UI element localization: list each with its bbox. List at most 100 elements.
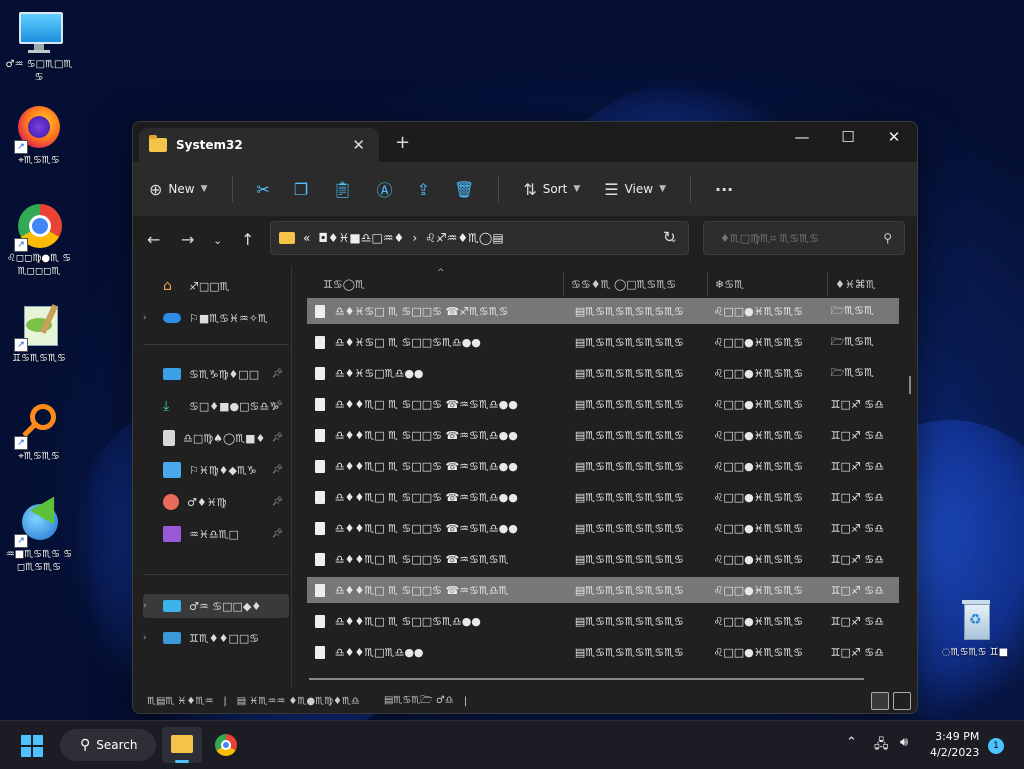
sidebar-item-home[interactable]: ⌂ ♐□□♏: [143, 274, 289, 298]
table-row[interactable]: ♎♦♦♏□♏♎●● ▤♏♋♏♋♏♋♏♋♏♋ ♌□□●♓♏♋♏♋ ♊□♐ ♋♎: [307, 639, 899, 665]
table-row[interactable]: ♎♦♓♋□♏♎●● ▤♏♋♏♋♏♋♏♋♏♋ ♌□□●♓♏♋♏♋ 🗁♏♋♏: [307, 360, 899, 386]
file-size: ♊□♐ ♋♎: [830, 583, 885, 597]
up-icon[interactable]: ↑: [241, 230, 254, 249]
file-type: ♌□□●♓♏♋♏♋: [713, 583, 804, 597]
table-row[interactable]: ♎♦♓♋□ ♏ ♋□□♋ ☎♐♏♋♏♋ ▤♏♋♏♋♏♋♏♋♏♋ ♌□□●♓♏♋♏♋ 🗁…: [307, 298, 899, 324]
address-bar[interactable]: « ◘♦♓■♎□♒♦ › ♌♐♒♦♏◯▤ ⌄: [270, 221, 689, 255]
search-input[interactable]: [718, 230, 882, 246]
taskbar-file-explorer[interactable]: [162, 727, 202, 763]
column-header-size[interactable]: ♦♓⌘♏: [835, 272, 876, 296]
maximize-button[interactable]: ☐: [825, 128, 871, 146]
vertical-scrollbar[interactable]: [909, 376, 911, 394]
volume-icon[interactable]: 🔊︎: [900, 735, 908, 750]
table-row[interactable]: ♎♦♦♏□ ♏ ♋□□♋ ☎♒♋♏♎●● ▤♏♋♏♋♏♋♏♋♏♋ ♌□□●♓♏♋♏♋…: [307, 422, 899, 448]
breadcrumb-item[interactable]: ◘♦♓■♎□♒♦: [318, 231, 404, 245]
file-name: ♎♦♦♏□ ♏ ♋□□♋ ☎♒♋♏♎●●: [334, 397, 518, 411]
breadcrumb-item[interactable]: ♌♐♒♦♏◯▤: [425, 231, 504, 245]
new-button[interactable]: ⊕ New ▼: [149, 180, 208, 199]
sort-arrows-icon: ⇅: [523, 179, 537, 199]
sidebar-item-network[interactable]: › ♊♏♦♦□□♋: [143, 626, 289, 650]
sidebar-item-desktop[interactable]: ♋♏♑♍♦□□ 📌︎: [143, 362, 289, 386]
table-row[interactable]: ♎♦♦♏□ ♏ ♋□□♋ ☎♒♋♏♎♏ ▤♏♋♏♋♏♋♏♋♏♋ ♌□□●♓♏♋♏♋ ♊…: [307, 577, 899, 603]
paste-button[interactable]: 📋︎: [332, 180, 352, 199]
desktop-icon-firefox[interactable]: ↗ ⌖♏♋♏♋: [4, 106, 74, 167]
more-options-button[interactable]: ···: [715, 180, 733, 199]
column-header-date[interactable]: ♋♋♦♏ ◯□♏♋♏♋: [571, 272, 676, 296]
forward-icon[interactable]: →: [181, 230, 194, 249]
file-icon: [315, 490, 325, 504]
sort-label: Sort: [542, 182, 568, 196]
file-icon: [315, 459, 325, 473]
sort-button[interactable]: ⇅ Sort ▼: [523, 180, 580, 199]
column-header-name[interactable]: ♊♋◯♏: [323, 272, 365, 296]
close-window-button[interactable]: ✕: [871, 128, 917, 146]
sidebar-item-documents[interactable]: ♎□♍♠◯♏■♦ 📌︎: [143, 426, 289, 450]
chevron-up-icon[interactable]: ⌃: [846, 735, 857, 750]
desktop-icon-this-pc[interactable]: ♂♒ ♋□♏□♏♋: [4, 10, 74, 84]
desktop-icon-search-tool[interactable]: ↗ ⌖♏♋♏♋: [4, 402, 74, 463]
copy-button[interactable]: ❐: [294, 180, 308, 199]
file-size: ♊□♐ ♋♎: [830, 428, 885, 442]
search-box[interactable]: ⚲: [703, 221, 905, 255]
sidebar-item-label: ⚐■♏♋♓♒✧♏: [189, 311, 268, 325]
desktop-icon-recycle-bin[interactable]: ♻ ◌♏♋♏♋ ♊■: [940, 598, 1010, 659]
close-tab-icon[interactable]: ✕: [352, 136, 365, 154]
sidebar-item-onedrive[interactable]: › ⚐■♏♋♓♒✧♏: [143, 306, 289, 330]
clock[interactable]: 3:49 PM 4/2/2023: [930, 729, 979, 761]
network-status-icon[interactable]: 🖧︎: [874, 735, 889, 757]
sidebar-item-downloads[interactable]: ⤓ ♋□♦■●□♋♎♑ 📌︎: [143, 394, 289, 418]
sidebar-item-music[interactable]: ♂♦♓♍ 📌︎: [143, 490, 289, 514]
file-icon: [315, 366, 325, 380]
column-divider[interactable]: [707, 272, 708, 296]
toolbar-divider: [690, 176, 691, 202]
explorer-body: ⌂ ♐□□♏ › ⚐■♏♋♓♒✧♏ ♋♏♑♍♦□□ 📌︎ ⤓ ♋□♦■●□♋♎♑…: [133, 266, 917, 688]
delete-button[interactable]: 🗑︎: [454, 180, 474, 199]
file-type: ♌□□●♓♏♋♏♋: [713, 459, 804, 473]
minimize-button[interactable]: —: [779, 128, 825, 146]
taskbar-chrome[interactable]: [206, 727, 246, 763]
chevron-right-icon[interactable]: ›: [143, 313, 157, 323]
table-row[interactable]: ♎♦♦♏□ ♏ ♋□□♋ ☎♒♋♏♎●● ▤♏♋♏♋♏♋♏♋♏♋ ♌□□●♓♏♋♏♋…: [307, 515, 899, 541]
rename-button[interactable]: Ⓐ: [377, 177, 393, 201]
tiles-view-button[interactable]: [893, 692, 911, 710]
table-row[interactable]: ♎♦♦♏□ ♏ ♋□□♋ ☎♒♋♏♎●● ▤♏♋♏♋♏♋♏♋♏♋ ♌□□●♓♏♋♏♋…: [307, 391, 899, 417]
refresh-icon[interactable]: ↻: [663, 228, 676, 246]
back-icon[interactable]: ←: [147, 230, 160, 249]
share-button[interactable]: ⇪: [417, 180, 430, 199]
file-name: ♎♦♦♏□ ♏ ♋□□♋ ☎♒♋♏♎●●: [334, 428, 518, 442]
taskbar-search-button[interactable]: ⚲ Search: [60, 729, 156, 761]
chevron-right-icon[interactable]: ›: [143, 633, 157, 643]
file-type: ♌□□●♓♏♋♏♋: [713, 645, 804, 659]
address-overflow[interactable]: «: [303, 231, 310, 245]
folder-icon: [149, 135, 167, 152]
chevron-right-icon[interactable]: ›: [143, 601, 157, 611]
table-row[interactable]: ♎♦♦♏□ ♏ ♋□□♋♏♎●● ▤♏♋♏♋♏♋♏♋♏♋ ♌□□●♓♏♋♏♋ ♊□♐ …: [307, 608, 899, 634]
view-button[interactable]: ☰ View ▼: [604, 180, 666, 199]
details-view-button[interactable]: [871, 692, 889, 710]
table-row[interactable]: ♎♦♓♋□ ♏ ♋□□♋♏♎●● ▤♏♋♏♋♏♋♏♋♏♋ ♌□□●♓♏♋♏♋ 🗁♏♋♏: [307, 329, 899, 355]
cut-button[interactable]: ✂: [257, 180, 270, 199]
sidebar-item-videos[interactable]: ♒♓♎♏□ 📌︎: [143, 522, 289, 546]
computer-icon: [163, 600, 181, 612]
tab-system32[interactable]: System32 ✕: [139, 128, 379, 162]
table-row[interactable]: ♎♦♦♏□ ♏ ♋□□♋ ☎♒♋♏♎●● ▤♏♋♏♋♏♋♏♋♏♋ ♌□□●♓♏♋♏♋…: [307, 453, 899, 479]
recent-locations-icon[interactable]: ⌄: [213, 234, 222, 247]
pin-icon: 📌︎: [271, 369, 283, 379]
column-header-type[interactable]: ❄♋♏: [715, 272, 744, 296]
notification-badge[interactable]: 1: [988, 738, 1004, 754]
column-divider[interactable]: [827, 272, 828, 296]
horizontal-scrollbar[interactable]: [309, 678, 864, 680]
column-divider[interactable]: [563, 272, 564, 296]
search-icon: ⚲: [883, 231, 892, 245]
file-name: ♎♦♦♏□♏♎●●: [334, 645, 424, 659]
desktop-icon-idm[interactable]: ↗ ♒■♏♋♏♋ ♋◻♏♋♏♋: [4, 496, 74, 574]
table-row[interactable]: ♎♦♦♏□ ♏ ♋□□♋ ☎♒♋♏♎●● ▤♏♋♏♋♏♋♏♋♏♋ ♌□□●♓♏♋♏♋…: [307, 484, 899, 510]
rename-icon: Ⓐ: [376, 181, 393, 200]
table-row[interactable]: ♎♦♦♏□ ♏ ♋□□♋ ☎♒♋♏♋♏ ▤♏♋♏♋♏♋♏♋♏♋ ♌□□●♓♏♋♏♋ ♊…: [307, 546, 899, 572]
new-tab-button[interactable]: +: [395, 132, 410, 153]
start-button[interactable]: [21, 735, 43, 757]
sidebar-item-this-pc[interactable]: › ♂♒ ♋□□◆♦: [143, 594, 289, 618]
desktop-icon-chrome[interactable]: ↗ ♌◻◻♍●♏ ♋♏◻◻◻♏: [4, 204, 74, 278]
desktop-icon-notepadpp[interactable]: ↗ ♊♋♏♋♏♋: [4, 304, 74, 365]
sidebar-item-pictures[interactable]: ⚐♓♍♦◆♏♑ 📌︎: [143, 458, 289, 482]
